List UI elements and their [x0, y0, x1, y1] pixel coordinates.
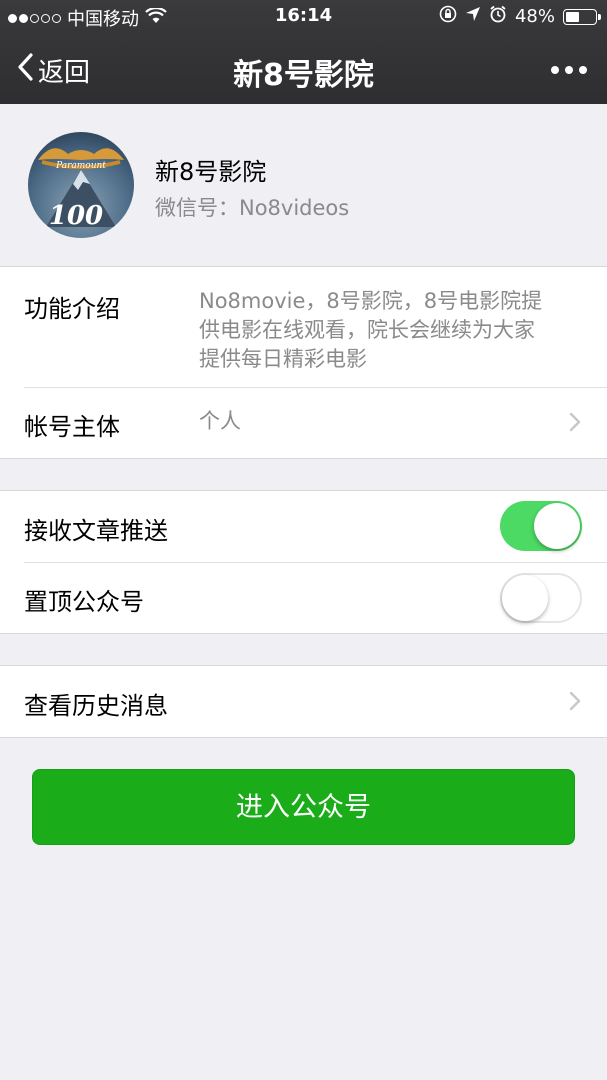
top-bar: 中国移动 16:14 48% 返回 新8号影院	[0, 0, 607, 104]
more-dot	[551, 66, 559, 74]
pin-account-label: 置顶公众号	[24, 588, 144, 616]
receive-articles-label: 接收文章推送	[24, 517, 168, 545]
battery-icon	[563, 8, 601, 25]
history-label: 查看历史消息	[24, 692, 168, 720]
intro-text: No8movie，8号影院，8号电影院提 供电影在线观看，院长会继续为大家 提供…	[199, 287, 542, 374]
account-subject-value: 个人	[199, 409, 241, 433]
history-row[interactable]: 查看历史消息	[0, 666, 607, 737]
account-subject-label: 帐号主体	[24, 413, 120, 441]
intro-line: 供电影在线观看，院长会继续为大家	[199, 318, 535, 342]
info-group: 功能介绍 No8movie，8号影院，8号电影院提 供电影在线观看，院长会继续为…	[0, 266, 607, 459]
wechat-id: 微信号：No8videos	[155, 196, 350, 220]
pin-account-row: 置顶公众号	[0, 562, 607, 633]
intro-line: No8movie，8号影院，8号电影院提	[199, 289, 543, 313]
toggle-knob	[502, 575, 548, 621]
receive-articles-toggle[interactable]	[500, 501, 582, 551]
receive-articles-row: 接收文章推送	[0, 491, 607, 562]
intro-line: 提供每日精彩电影	[199, 347, 367, 371]
intro-label: 功能介绍	[24, 295, 120, 323]
navigation-bar: 返回 新8号影院	[0, 34, 607, 104]
enter-account-button[interactable]: 进入公众号	[32, 769, 575, 845]
intro-row: 功能介绍 No8movie，8号影院，8号电影院提 供电影在线观看，院长会继续为…	[0, 267, 607, 387]
profile-header: Paramount 100 新8号影院 微信号：No8videos	[0, 104, 607, 267]
page-title: 新8号影院	[233, 58, 374, 93]
avatar-paramount-text: Paramount	[55, 161, 106, 171]
account-subject-row[interactable]: 帐号主体 个人	[0, 387, 607, 458]
account-name: 新8号影院	[155, 158, 267, 186]
pin-account-toggle[interactable]	[500, 573, 582, 623]
history-group: 查看历史消息	[0, 665, 607, 738]
status-right: 48%	[439, 5, 601, 28]
chevron-right-icon	[569, 412, 581, 436]
status-bar: 中国移动 16:14 48%	[0, 0, 607, 34]
more-dots-icon[interactable]	[551, 66, 587, 74]
chevron-right-icon	[569, 691, 581, 715]
settings-group: 接收文章推送 置顶公众号	[0, 490, 607, 634]
paramount-logo-image: Paramount 100	[38, 148, 124, 231]
avatar[interactable]: Paramount 100	[28, 132, 134, 238]
battery-percent: 48%	[514, 6, 555, 27]
avatar-100-text: 100	[49, 201, 103, 231]
rotation-lock-icon	[439, 5, 457, 28]
battery-fill	[566, 11, 579, 22]
toggle-knob	[534, 503, 580, 549]
more-dot	[565, 66, 573, 74]
alarm-icon	[489, 5, 507, 28]
more-dot	[579, 66, 587, 74]
location-icon	[465, 6, 481, 27]
